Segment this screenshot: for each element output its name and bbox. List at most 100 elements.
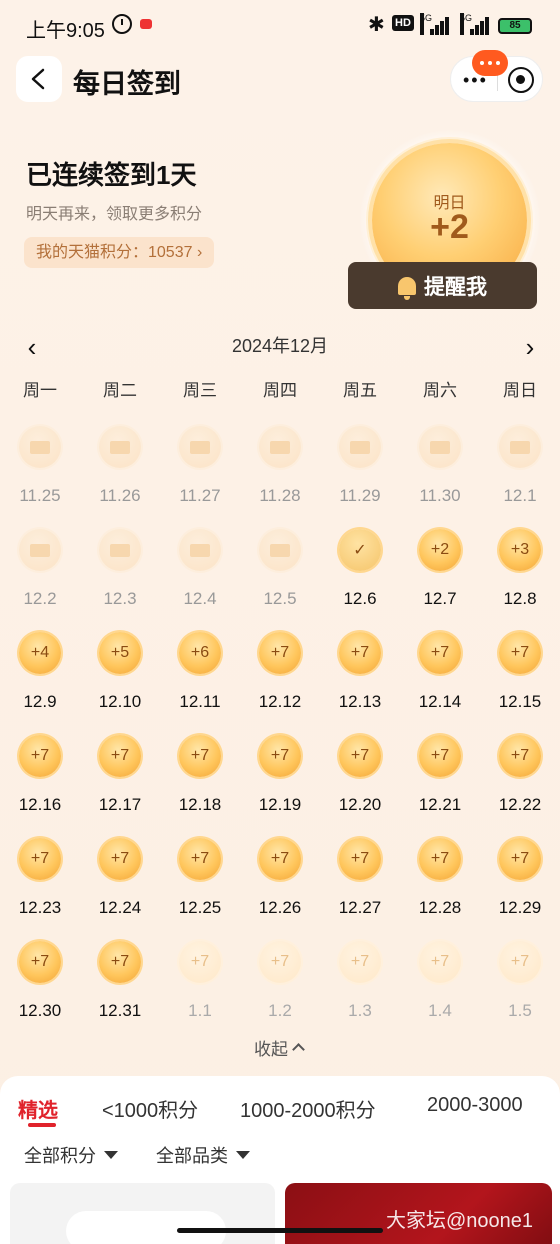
alarm-icon [112,14,132,34]
filter-category[interactable]: 全部品类 [156,1142,250,1168]
calendar-day[interactable]: +7 1.2 [240,941,320,1031]
tab-featured[interactable]: 精选 [18,1094,58,1123]
reward-coin: +4 [19,632,61,674]
collapse-button[interactable]: 收起 [254,1035,305,1060]
points-link[interactable]: 我的天猫积分：10537 › [24,237,215,268]
day-date: 12.10 [98,692,142,711]
weekday-label: 周六 [423,381,457,400]
calendar-day[interactable]: +7 12.27 [320,838,400,928]
calendar-day[interactable]: 11.27 [160,426,240,516]
day-date: 11.26 [99,486,141,505]
calendar-day[interactable]: +6 12.11 [160,632,240,722]
calendar-day[interactable]: 11.25 [0,426,80,516]
calendar-day[interactable]: +7 1.1 [160,941,240,1031]
page-title: 每日签到 [73,69,181,99]
weekday-label: 周日 [503,381,537,400]
filter-points[interactable]: 全部积分 [24,1142,118,1168]
day-date: 12.13 [338,692,382,711]
reward-coin: +7 [259,735,301,777]
tab-1000-2000[interactable]: 1000-2000积分 [240,1094,376,1123]
calendar-day[interactable]: 12.5 [240,529,320,619]
streak-title: 已连续签到1天 [26,160,197,190]
calendar-day[interactable]: +4 12.9 [0,632,80,722]
reward-coin: +7 [499,941,541,983]
calendar-day[interactable]: +7 12.18 [160,735,240,825]
reward-coin: +7 [19,838,61,880]
day-date: 12.2 [23,589,57,608]
tab-2000-3000[interactable]: 2000-3000 [427,1094,523,1117]
next-month-button[interactable]: › [520,332,540,363]
calendar-day[interactable]: +7 12.14 [400,632,480,722]
month-label: 2024年12月 [231,336,329,356]
calendar-day[interactable]: +7 1.3 [320,941,400,1031]
calendar-day[interactable]: 11.29 [320,426,400,516]
day-date: 12.9 [23,692,57,711]
product-card[interactable] [10,1183,275,1244]
envelope-coin-icon [259,426,301,468]
tomorrow-value: +2 [430,208,469,246]
calendar-day[interactable]: +7 12.28 [400,838,480,928]
day-date: 12.20 [338,795,382,814]
calendar-day[interactable]: +5 12.10 [80,632,160,722]
back-button[interactable] [16,56,62,102]
prev-month-button[interactable]: ‹ [22,332,42,363]
reward-coin: +7 [179,735,221,777]
calendar-day[interactable]: +7 12.12 [240,632,320,722]
calendar-day[interactable]: 11.30 [400,426,480,516]
calendar-day[interactable]: +7 1.4 [400,941,480,1031]
calendar-day[interactable]: +7 12.21 [400,735,480,825]
reward-coin: +7 [259,838,301,880]
remind-button[interactable]: 提醒我 [348,262,537,309]
calendar-day[interactable]: +7 12.31 [80,941,160,1031]
calendar-day[interactable]: +7 12.29 [480,838,560,928]
calendar-day[interactable]: +7 12.25 [160,838,240,928]
day-date: 12.18 [178,795,222,814]
home-indicator[interactable] [177,1228,383,1233]
reward-coin: +5 [99,632,141,674]
signal-icon-2: 5G [460,13,490,35]
calendar-day[interactable]: +7 12.30 [0,941,80,1031]
day-date: 12.23 [18,898,62,917]
calendar-day[interactable]: +7 12.20 [320,735,400,825]
calendar-day[interactable]: +2 12.7 [400,529,480,619]
reward-coin: +7 [259,941,301,983]
calendar-day[interactable]: 12.3 [80,529,160,619]
reward-coin: +7 [339,735,381,777]
day-date: 12.27 [338,898,382,917]
reward-coin: +7 [499,838,541,880]
calendar-day[interactable]: +7 12.15 [480,632,560,722]
day-date: 12.1 [503,486,537,505]
close-target-icon[interactable] [508,67,534,93]
more-icon[interactable]: ••• [463,71,488,89]
envelope-coin-icon [179,529,221,571]
calendar-day[interactable]: 11.28 [240,426,320,516]
day-date: 11.27 [179,486,221,505]
chevron-up-icon [292,1043,305,1056]
calendar-day[interactable]: +7 12.26 [240,838,320,928]
calendar-day[interactable]: 11.26 [80,426,160,516]
day-date: 12.25 [178,898,222,917]
reward-coin: +3 [499,529,541,571]
calendar-day[interactable]: 12.1 [480,426,560,516]
message-bubble-icon[interactable] [472,50,508,76]
day-date: 12.8 [503,589,537,608]
calendar-day[interactable]: ✓ 12.6 [320,529,400,619]
calendar-day[interactable]: +7 12.23 [0,838,80,928]
tab-under-1000[interactable]: <1000积分 [102,1094,198,1123]
day-date: 11.29 [339,486,381,505]
reward-coin: +7 [339,838,381,880]
calendar-day[interactable]: +7 12.16 [0,735,80,825]
calendar-day[interactable]: +7 12.22 [480,735,560,825]
day-date: 12.19 [258,795,302,814]
calendar-day[interactable]: +7 1.5 [480,941,560,1031]
calendar-day[interactable]: +7 12.24 [80,838,160,928]
calendar-day[interactable]: +7 12.13 [320,632,400,722]
weekday-label: 周一 [23,381,57,400]
calendar-day[interactable]: 12.2 [0,529,80,619]
calendar-day[interactable]: +3 12.8 [480,529,560,619]
day-date: 12.31 [98,1001,142,1020]
calendar-day[interactable]: +7 12.17 [80,735,160,825]
calendar-day[interactable]: 12.4 [160,529,240,619]
calendar-day[interactable]: +7 12.19 [240,735,320,825]
network-type-2: 5G [460,13,472,35]
